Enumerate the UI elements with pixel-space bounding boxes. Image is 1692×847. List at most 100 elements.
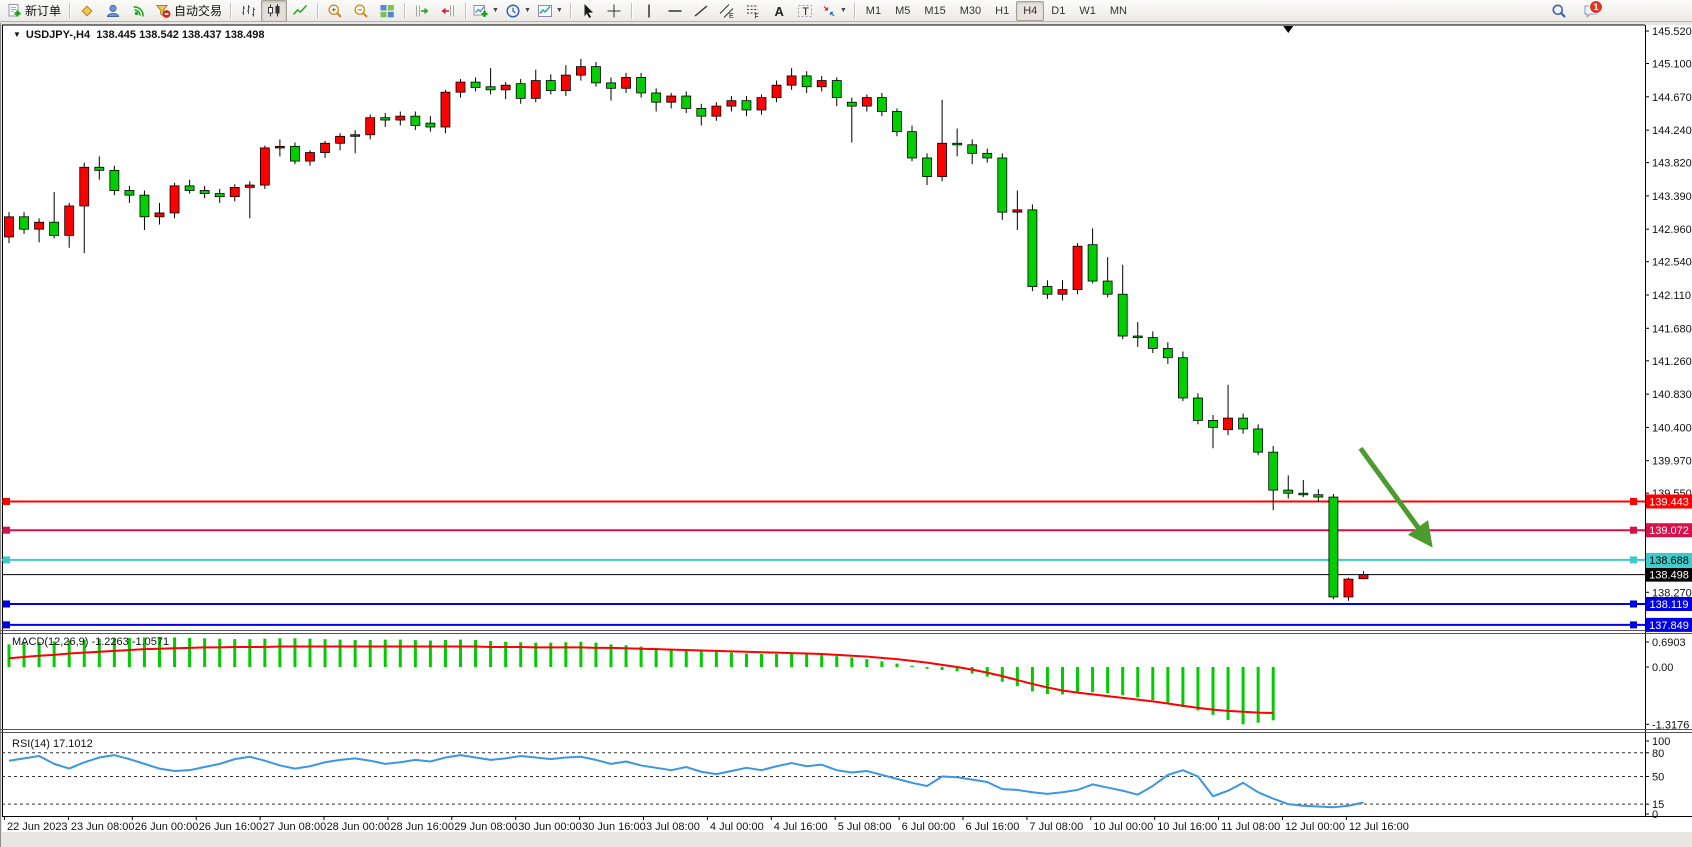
period-button[interactable]: ▼ bbox=[502, 0, 534, 22]
macd-indicator-label: MACD(12,26,9) -1.2263 -1.0571 bbox=[12, 636, 169, 648]
line-handle[interactable] bbox=[1630, 600, 1637, 607]
depth-of-market-button[interactable] bbox=[74, 0, 100, 22]
line-handle[interactable] bbox=[3, 527, 10, 534]
cursor-button[interactable] bbox=[575, 0, 601, 22]
search-button[interactable] bbox=[1546, 0, 1572, 22]
candle-body bbox=[1103, 281, 1112, 294]
timeframe-button-h1[interactable]: H1 bbox=[988, 1, 1016, 21]
timeframe-button-mn[interactable]: MN bbox=[1103, 1, 1134, 21]
line-handle[interactable] bbox=[1630, 556, 1637, 563]
timeframe-button-h4[interactable]: H4 bbox=[1016, 1, 1044, 21]
dropdown-caret-icon[interactable]: ▼ bbox=[492, 7, 499, 14]
chart-shift-button[interactable] bbox=[435, 0, 461, 22]
candle-body bbox=[637, 77, 646, 92]
date-label: 7 Jul 08:00 bbox=[1029, 821, 1083, 833]
new-order-button[interactable]: 新订单 bbox=[3, 0, 65, 22]
candle-body bbox=[1284, 490, 1293, 493]
candle-body bbox=[290, 146, 299, 161]
line-handle[interactable] bbox=[3, 600, 10, 607]
candle-body bbox=[712, 106, 721, 116]
bar-chart-button[interactable] bbox=[235, 0, 261, 22]
tile-windows-button[interactable] bbox=[374, 0, 400, 22]
timeframe-button-m5[interactable]: M5 bbox=[888, 1, 917, 21]
candle-body bbox=[80, 167, 89, 206]
timeframe-button-m15[interactable]: M15 bbox=[917, 1, 952, 21]
collapse-icon[interactable]: ▼ bbox=[13, 30, 21, 39]
arrows-icon bbox=[821, 3, 837, 19]
line-handle[interactable] bbox=[3, 498, 10, 505]
trendline-button[interactable] bbox=[688, 0, 714, 22]
line-handle[interactable] bbox=[3, 556, 10, 563]
line-handle[interactable] bbox=[1630, 527, 1637, 534]
doc-plus-icon bbox=[6, 3, 22, 19]
svg-text:F: F bbox=[754, 13, 758, 19]
vertical-line-button[interactable] bbox=[636, 0, 662, 22]
chat-button[interactable]: 1 bbox=[1578, 0, 1604, 22]
market-watch-button[interactable] bbox=[100, 0, 126, 22]
rsi-axis-label: 80 bbox=[1652, 748, 1664, 760]
zoom-in-button[interactable] bbox=[322, 0, 348, 22]
candle-body bbox=[1148, 338, 1157, 349]
auto-scroll-button[interactable] bbox=[409, 0, 435, 22]
equidistant-channel-button[interactable]: E bbox=[714, 0, 740, 22]
candle-body bbox=[366, 118, 375, 135]
indicators-button[interactable]: ▼ bbox=[470, 0, 502, 22]
autotrading-button[interactable]: 自动交易 bbox=[152, 0, 226, 22]
candle-body bbox=[591, 67, 600, 83]
text-label-button[interactable]: T bbox=[792, 0, 818, 22]
dropdown-caret-icon[interactable]: ▼ bbox=[524, 7, 531, 14]
candle-body bbox=[441, 92, 450, 127]
date-label: 26 Jun 16:00 bbox=[199, 821, 263, 833]
horizontal-line-button[interactable] bbox=[662, 0, 688, 22]
fibonacci-button[interactable]: F bbox=[740, 0, 766, 22]
arrows-button[interactable]: ▼ bbox=[818, 0, 850, 22]
candle-body bbox=[381, 118, 390, 120]
price-tick-label: 144.670 bbox=[1652, 92, 1692, 104]
signals-button[interactable] bbox=[126, 0, 152, 22]
candle-body bbox=[1028, 210, 1037, 287]
timeframe-button-d1[interactable]: D1 bbox=[1044, 1, 1072, 21]
candle-body bbox=[1178, 358, 1187, 398]
templates-button[interactable]: ▼ bbox=[534, 0, 566, 22]
toolbar-separator bbox=[854, 3, 855, 19]
dropdown-caret-icon[interactable]: ▼ bbox=[556, 7, 563, 14]
candle-body bbox=[1314, 495, 1323, 497]
line-handle[interactable] bbox=[3, 621, 10, 628]
candle-body bbox=[50, 222, 59, 235]
crosshair-button[interactable] bbox=[601, 0, 627, 22]
text-button[interactable]: A bbox=[766, 0, 792, 22]
timeframe-button-m1[interactable]: M1 bbox=[859, 1, 888, 21]
toolbar-separator bbox=[230, 3, 231, 19]
line-chart-button[interactable] bbox=[287, 0, 313, 22]
zoom-out-button[interactable] bbox=[348, 0, 374, 22]
toolbar-separator bbox=[465, 3, 466, 19]
timeframe-button-w1[interactable]: W1 bbox=[1072, 1, 1103, 21]
candle-body bbox=[892, 112, 901, 132]
candle-body bbox=[1344, 579, 1353, 597]
candle-body bbox=[1239, 418, 1248, 429]
date-label: 22 Jun 2023 bbox=[7, 821, 68, 833]
notification-badge: 1 bbox=[1589, 0, 1603, 14]
candle-body bbox=[727, 101, 736, 106]
line-handle[interactable] bbox=[1630, 621, 1637, 628]
candle-body bbox=[802, 76, 811, 87]
chart-canvas[interactable]: 145.520145.100144.670144.240143.820143.3… bbox=[0, 0, 1692, 847]
candlestick-chart-button[interactable] bbox=[261, 0, 287, 22]
candle-body bbox=[200, 190, 209, 193]
candle-body bbox=[275, 146, 284, 148]
candles-icon bbox=[266, 3, 282, 19]
text-t-icon: T bbox=[797, 3, 813, 19]
date-label: 11 Jul 08:00 bbox=[1221, 821, 1280, 833]
price-tick-label: 142.960 bbox=[1652, 224, 1692, 236]
line-handle[interactable] bbox=[1630, 498, 1637, 505]
candle-body bbox=[185, 186, 194, 191]
price-tick-label: 140.830 bbox=[1652, 389, 1692, 401]
candle-body bbox=[65, 206, 74, 235]
toolbar-group bbox=[409, 0, 461, 22]
timeframe-button-m30[interactable]: M30 bbox=[953, 1, 988, 21]
candle-body bbox=[155, 213, 164, 217]
price-level-label: 138.688 bbox=[1649, 555, 1689, 567]
date-label: 6 Jul 16:00 bbox=[966, 821, 1020, 833]
dropdown-caret-icon[interactable]: ▼ bbox=[840, 7, 847, 14]
date-label: 29 Jun 08:00 bbox=[454, 821, 518, 833]
